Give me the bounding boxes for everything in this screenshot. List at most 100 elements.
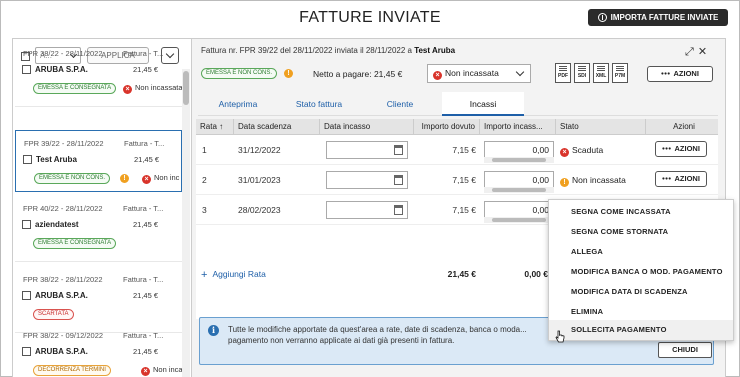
chevron-down-icon [515,67,525,77]
col-importo-incassato[interactable]: Importo incass... [480,119,556,135]
invoice-client: Test Aruba [36,155,77,164]
sdi-file-icon[interactable]: SDI [574,63,590,83]
invoice-checkbox[interactable] [23,155,32,164]
expand-icon[interactable]: ⤢ [685,46,694,58]
invoice-checkbox[interactable] [22,65,31,74]
error-icon: × [560,148,569,157]
input-scrollbar[interactable] [484,157,554,163]
error-icon: × [433,71,442,80]
due-date: 31/01/2023 [238,175,281,185]
invoice-type: Fattura - T... [123,204,164,213]
installment-status: ! Non incassata [560,165,626,195]
col-data-scadenza[interactable]: Data scadenza [234,119,320,135]
installment-status-text: Non incassata [572,175,626,185]
invoice-client: ARUBA S.P.A. [35,347,88,356]
invoice-checkbox[interactable] [22,220,31,229]
sort-up-icon: ↑ [219,122,224,131]
invoice-header-text: Fattura nr. FPR 39/22 del 28/11/2022 inv… [201,46,415,55]
invoice-checkbox[interactable] [22,347,31,356]
payment-status: × Non incassata [123,83,183,94]
row-actions-menu: SEGNA COME INCASSATA SEGNA COME STORNATA… [548,199,734,341]
xml-file-icon[interactable]: XML [593,63,609,83]
menu-item-mark-collected[interactable]: SEGNA COME INCASSATA [549,202,733,222]
col-rata[interactable]: Rata ↑ [196,119,234,135]
invoice-number: FPR 38/22 - 09/12/2022 [23,331,104,340]
invoice-number: FPR 39/22 - 28/11/2022 [24,139,104,148]
due-date: 28/02/2023 [238,205,281,215]
installment-status: × Scaduta [560,135,603,165]
invoice-list-item[interactable]: FPR 38/22 - 28/11/2022 Fattura - T... AR… [15,41,183,107]
calendar-icon[interactable] [394,205,403,215]
scrollbar-thumb[interactable] [183,71,189,105]
payment-status-select[interactable]: × Non incassata [427,64,531,83]
collection-date-input[interactable] [326,171,408,189]
collection-date-input[interactable] [326,201,408,219]
rata-number: 2 [202,175,207,185]
tab-incassi[interactable]: Incassi [442,92,524,116]
col-rata-label: Rata [200,122,217,131]
col-azioni: Azioni [673,122,695,131]
window-controls: ⤢ ✕ [685,45,711,59]
calendar-icon[interactable] [394,145,403,155]
input-scrollbar[interactable] [484,187,554,193]
file-downloads: PDF SDI XML P7M [555,63,628,83]
row-actions-label: AZIONI [674,144,700,153]
total-amount-collected: 0,00 € [524,269,548,279]
menu-item-edit-due-date[interactable]: MODIFICA DATA DI SCADENZA [549,282,733,302]
collection-date-input[interactable] [326,141,408,159]
import-invoices-button[interactable]: IMPORTA FATTURE INVIATE [588,9,728,26]
menu-item-attach[interactable]: ALLEGA [549,242,733,262]
invoice-actions-button[interactable]: ••• AZIONI [647,66,713,82]
row-actions-button[interactable]: ••• AZIONI [655,171,707,187]
invoice-number: FPR 38/22 - 28/11/2022 [23,275,103,284]
invoice-header: Fattura nr. FPR 39/22 del 28/11/2022 inv… [201,46,455,55]
list-scrollbar[interactable] [182,69,190,377]
col-stato[interactable]: Stato [556,119,646,135]
menu-item-payment-reminder[interactable]: SOLLECITA PAGAMENTO [549,320,733,340]
invoice-number: FPR 40/22 - 28/11/2022 [23,204,103,213]
menu-item-edit-bank[interactable]: MODIFICA BANCA O MOD. PAGAMENTO [549,262,733,282]
menu-item-mark-reversed[interactable]: SEGNA COME STORNATA [549,222,733,242]
invoice-status-badge: DECORRENZA TERMINI [33,365,111,376]
pdf-file-icon[interactable]: PDF [555,63,571,83]
invoice-amount: 21,45 € [133,65,159,74]
tab-anteprima[interactable]: Anteprima [198,92,278,116]
error-icon: × [141,367,150,376]
invoice-status-badge: EMESSA E CONSEGNATA [33,238,117,249]
close-banner-button[interactable]: CHIUDI [658,342,712,358]
payment-status-text: Non incassata [135,83,183,92]
amount-due: 7,15 € [452,205,476,215]
error-icon: × [142,175,151,184]
tab-stato-fattura[interactable]: Stato fattura [278,92,360,116]
invoice-amount: 21,45 € [134,155,160,164]
invoice-list-item[interactable]: FPR 40/22 - 28/11/2022 Fattura - T... az… [15,196,182,262]
col-data-incasso[interactable]: Data incasso [320,119,414,135]
invoice-list-item[interactable]: FPR 38/22 - 09/12/2022 Fattura - T... AR… [15,323,190,377]
due-date: 31/12/2022 [238,145,281,155]
input-scrollbar[interactable] [484,217,554,223]
invoice-list-item-selected[interactable]: FPR 39/22 - 28/11/2022 Fattura - T... Te… [15,130,182,192]
invoice-type: Fattura - T... [123,275,164,284]
invoice-actions-label: AZIONI [673,69,699,78]
invoice-status-badge: EMESSA E NON CONS. [34,173,111,184]
info-text: Tutte le modifiche apportate da quest'ar… [228,325,527,345]
invoice-type: Fattura - T... [123,49,164,58]
invoice-type: Fattura - T... [124,139,165,148]
invoice-checkbox[interactable] [22,291,31,300]
more-dots-icon: ••• [662,174,672,183]
installment-status-text: Scaduta [572,145,604,155]
menu-item-delete[interactable]: ELIMINA [549,302,733,322]
row-actions-button[interactable]: ••• AZIONI [655,141,707,157]
calendar-icon[interactable] [394,175,403,185]
close-icon[interactable]: ✕ [698,46,707,58]
add-installment-link[interactable]: + Aggiungi Rata [201,259,266,290]
add-installment-label: Aggiungi Rata [212,269,266,279]
col-importo-dovuto[interactable]: Importo dovuto [414,119,480,135]
p7m-file-icon[interactable]: P7M [612,63,628,83]
row-actions-label: AZIONI [674,174,700,183]
net-to-pay: Netto a pagare: 21,45 € [313,69,403,79]
tab-cliente[interactable]: Cliente [360,92,440,116]
invoice-type: Fattura - T... [123,331,164,340]
info-icon: i [208,325,219,336]
payment-status: × Non inc [142,173,179,184]
